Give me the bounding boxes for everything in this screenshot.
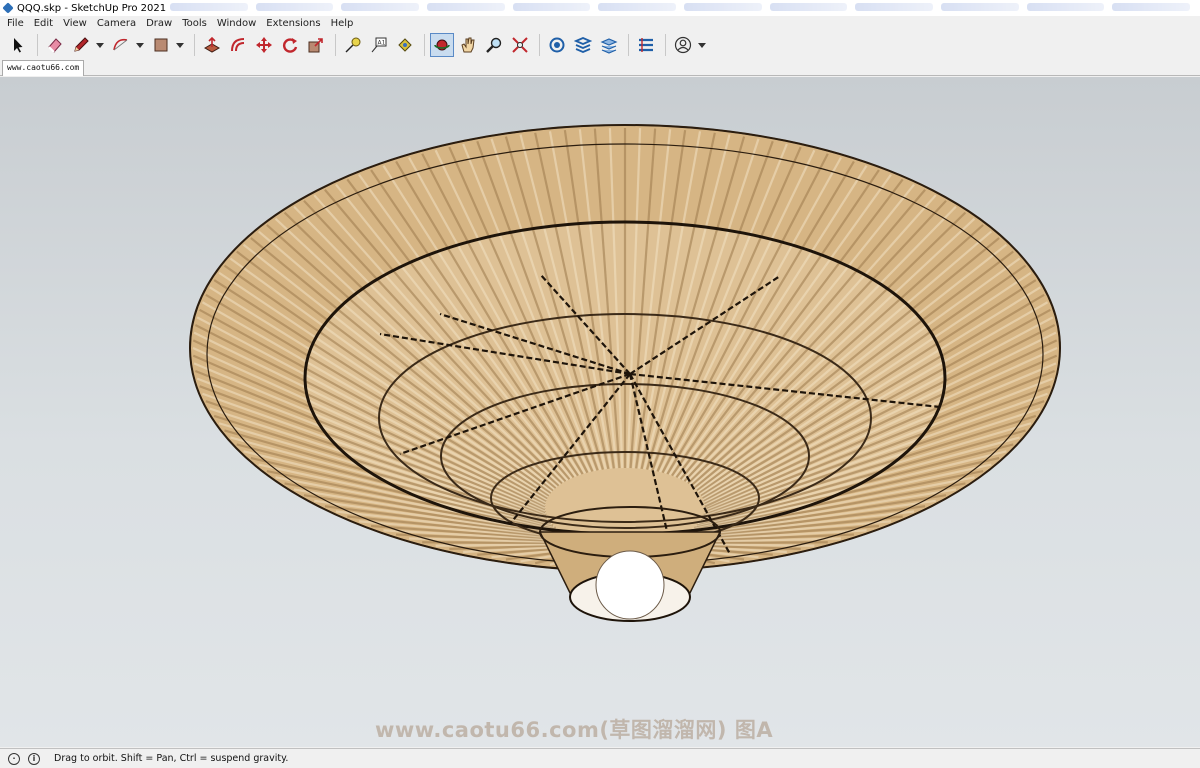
warehouse-icon [549,37,565,53]
warehouse-tool[interactable] [545,33,569,57]
menu-edit[interactable]: Edit [29,18,58,29]
paint-bucket-icon [398,38,412,52]
rectangle-tool-dropdown[interactable] [175,33,185,57]
menu-bar: File Edit View Camera Draw Tools Window … [0,16,1200,31]
rectangle-tool[interactable] [149,33,173,57]
toolbar: A1 [0,31,1200,59]
orbit-icon [434,39,450,51]
user-icon [674,36,692,54]
menu-help[interactable]: Help [326,18,359,29]
layout-tool[interactable] [597,33,621,57]
hand-icon [461,37,475,53]
window-title: QQQ.skp - SketchUp Pro 2021 [17,2,167,14]
extension-warehouse-tool[interactable] [571,33,595,57]
zoom-icon [486,37,502,53]
svg-text:A1: A1 [378,40,386,47]
menu-view[interactable]: View [58,18,92,29]
info-icon[interactable]: i [28,752,40,765]
rotate-tool[interactable] [278,33,302,57]
line-tool-dropdown[interactable] [95,33,105,57]
layout-icon [600,38,618,54]
menu-draw[interactable]: Draw [141,18,177,29]
woven-lamp-model [189,124,1061,622]
menu-window[interactable]: Window [212,18,261,29]
push-pull-icon [203,36,221,53]
zoom-extents-tool[interactable] [508,33,532,57]
sketchup-logo-icon [2,2,14,14]
scale-icon [308,38,323,53]
offset-icon [231,38,245,52]
select-tool[interactable] [6,33,30,57]
zoom-tool[interactable] [482,33,506,57]
eraser-tool[interactable] [43,33,67,57]
menu-file[interactable]: File [2,18,29,29]
extension-manager-icon [639,38,653,52]
menu-extensions[interactable]: Extensions [261,18,325,29]
account-tool[interactable] [671,33,695,57]
text-icon: A1 [371,37,387,53]
watermark-text: www.caotu66.com(草图溜溜网) 图A [375,718,774,742]
orbit-tool[interactable] [430,33,454,57]
model-viewport[interactable]: www.caotu66.com(草图溜溜网) 图A [0,77,1200,747]
blurred-taskbar [170,3,1191,13]
extension-warehouse-icon [574,37,592,53]
pencil-icon [74,37,89,52]
pan-tool[interactable] [456,33,480,57]
move-icon [256,37,272,53]
scene-tab-bar: www.caotu66.com [0,59,1200,76]
account-dropdown[interactable] [697,33,707,57]
title-bar: QQQ.skp - SketchUp Pro 2021 [0,0,1200,16]
rotate-icon [283,38,298,53]
rectangle-icon [154,38,168,52]
arrow-icon [14,38,23,53]
menu-tools[interactable]: Tools [177,18,212,29]
arc-tool-dropdown[interactable] [135,33,145,57]
arc-icon [113,38,128,51]
scale-tool[interactable] [304,33,328,57]
zoom-extents-icon [512,37,528,53]
paint-bucket-tool[interactable] [393,33,417,57]
tape-measure-tool[interactable] [341,33,365,57]
push-pull-tool[interactable] [200,33,224,57]
line-tool[interactable] [69,33,93,57]
eraser-icon [48,38,62,53]
tape-measure-icon [345,37,361,53]
status-message: Drag to orbit. Shift = Pan, Ctrl = suspe… [54,753,289,764]
geo-location-icon[interactable]: · [8,752,20,765]
status-bar: · i Drag to orbit. Shift = Pan, Ctrl = s… [0,748,1200,768]
arc-tool[interactable] [109,33,133,57]
extension-manager-tool[interactable] [634,33,658,57]
move-tool[interactable] [252,33,276,57]
text-tool[interactable]: A1 [367,33,391,57]
offset-tool[interactable] [226,33,250,57]
menu-camera[interactable]: Camera [92,18,141,29]
scene-tab[interactable]: www.caotu66.com [2,60,85,76]
